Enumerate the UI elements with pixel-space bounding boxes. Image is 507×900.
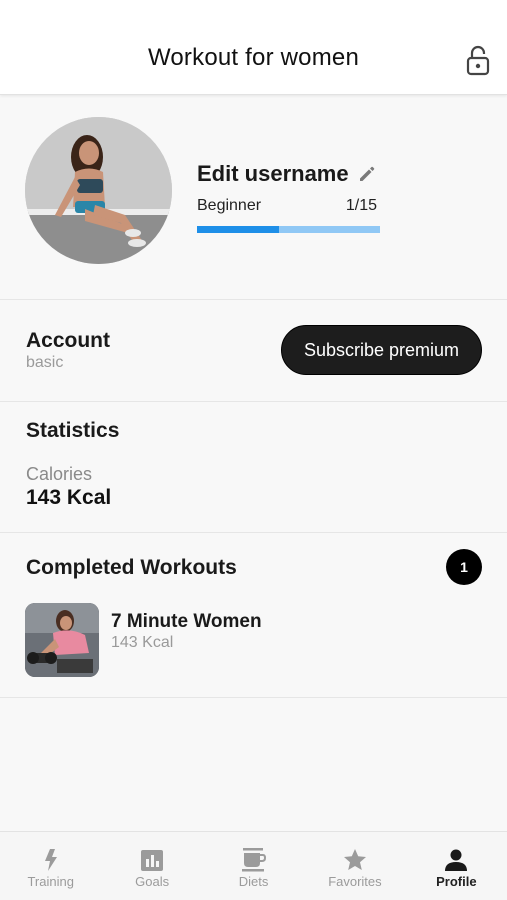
workout-thumbnail xyxy=(25,603,99,677)
level-progress-fill xyxy=(197,226,280,233)
completed-workouts-section: Completed Workouts 1 7 Minute Women 143 … xyxy=(0,533,507,698)
tab-profile[interactable]: Profile xyxy=(406,832,507,900)
bar-chart-icon xyxy=(139,847,165,873)
calories-value: 143 Kcal xyxy=(26,486,112,509)
page-title: Workout for women xyxy=(147,44,360,71)
tab-label: Training xyxy=(27,874,74,889)
level-progress-bar xyxy=(197,226,380,233)
tab-label: Profile xyxy=(436,874,477,889)
username-row[interactable]: Edit username xyxy=(197,159,377,189)
coffee-cup-icon xyxy=(241,847,267,873)
level-name: Beginner xyxy=(197,197,262,214)
star-icon xyxy=(342,847,368,873)
account-section: Account basic Subscribe premium xyxy=(0,300,507,402)
avatar[interactable] xyxy=(25,117,172,264)
tab-favorites[interactable]: Favorites xyxy=(304,832,405,900)
subscribe-premium-button[interactable]: Subscribe premium xyxy=(281,325,482,375)
lightning-icon xyxy=(38,847,64,873)
tab-label: Diets xyxy=(238,874,269,889)
username[interactable]: Edit username xyxy=(197,161,349,187)
workout-kcal: 143 Kcal xyxy=(111,634,174,651)
statistics-section: Statistics Calories 143 Kcal xyxy=(0,402,507,533)
tab-goals[interactable]: Goals xyxy=(101,832,202,900)
tab-label: Favorites xyxy=(328,874,382,889)
level-row: Beginner 1/15 xyxy=(197,197,377,215)
person-icon xyxy=(443,847,469,873)
profile-section: Edit username Beginner 1/15 xyxy=(0,95,507,300)
account-plan: basic xyxy=(26,354,64,371)
workout-name: 7 Minute Women xyxy=(111,611,262,632)
calories-label: Calories xyxy=(26,464,93,484)
completed-count-badge: 1 xyxy=(446,549,482,585)
unlock-icon[interactable] xyxy=(464,44,492,76)
list-item[interactable]: 7 Minute Women 143 Kcal xyxy=(25,603,485,677)
tab-diets[interactable]: Diets xyxy=(203,832,304,900)
tab-label: Goals xyxy=(135,874,170,889)
tab-training[interactable]: Training xyxy=(0,832,101,900)
account-title: Account xyxy=(26,329,110,352)
pencil-icon[interactable] xyxy=(357,164,377,184)
statistics-title: Statistics xyxy=(26,419,120,442)
top-bar: Workout for women xyxy=(0,0,507,95)
level-progress-text: 1/15 xyxy=(345,197,377,214)
bottom-tab-bar: Training Goals Diets Favorites Profile xyxy=(0,831,507,900)
completed-workouts-title: Completed Workouts xyxy=(26,556,237,579)
